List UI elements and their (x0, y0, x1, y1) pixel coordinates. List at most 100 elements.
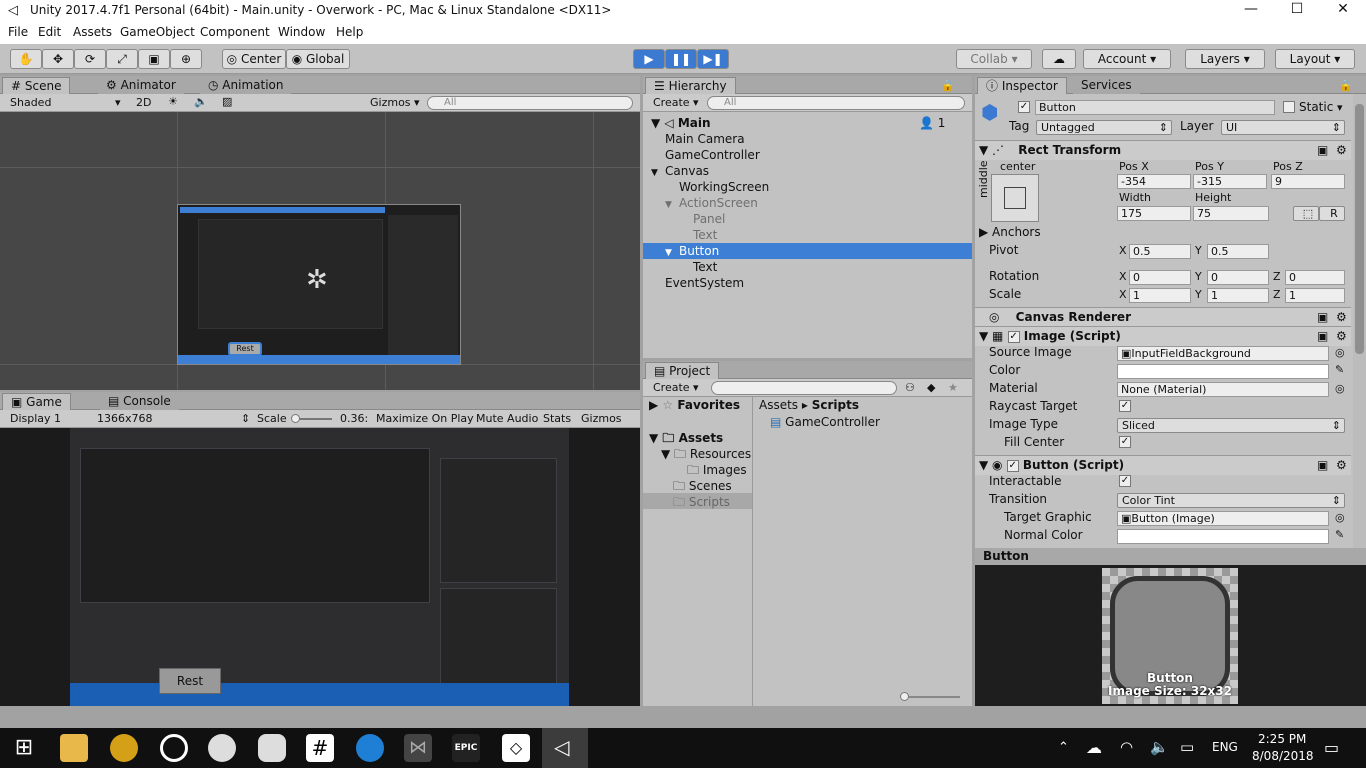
effects-toggle-icon[interactable]: ▨ (222, 95, 232, 108)
favorite-star-icon[interactable]: ★ (948, 381, 958, 394)
image-enabled-checkbox[interactable]: ✓ (1007, 330, 1020, 343)
hierarchy-item[interactable]: ▼ ActionScreen (665, 195, 758, 211)
favorites-item[interactable]: ▶ ☆ Favorites (649, 398, 740, 412)
clock-date[interactable]: 8/08/2018 (1252, 749, 1314, 763)
layout-dropdown[interactable]: Layout ▾ (1275, 49, 1355, 69)
light-toggle-icon[interactable]: ☀ (168, 95, 178, 108)
global-toggle-button[interactable]: ◉ Global (286, 49, 350, 69)
hierarchy-item[interactable]: EventSystem (651, 275, 744, 291)
chrome-icon[interactable] (110, 734, 138, 762)
hierarchy-item[interactable]: Text (679, 227, 717, 243)
rotation-z-field[interactable]: 0 (1285, 270, 1345, 285)
file-explorer-icon[interactable] (60, 734, 88, 762)
height-field[interactable]: 75 (1193, 206, 1269, 221)
menu-assets[interactable]: Assets (73, 25, 112, 39)
gameobject-name-field[interactable]: Button (1035, 100, 1275, 115)
project-create-dropdown[interactable]: Create ▾ (653, 381, 699, 394)
scene-viewport[interactable]: ✲ Rest (0, 112, 640, 390)
static-checkbox[interactable] (1283, 101, 1295, 113)
scene-root[interactable]: ▼ ◁ Main (651, 115, 711, 131)
hierarchy-search-input[interactable]: All (707, 96, 965, 110)
hierarchy-item[interactable]: ▼ Canvas (651, 163, 709, 179)
language-indicator[interactable]: ENG (1212, 740, 1238, 754)
foldout-arrow-icon[interactable]: ▼ (665, 245, 679, 261)
menu-help[interactable]: Help (336, 25, 363, 39)
discord-icon[interactable] (258, 734, 286, 762)
scale-y-field[interactable]: 1 (1207, 288, 1269, 303)
menu-file[interactable]: File (8, 25, 28, 39)
interactable-checkbox[interactable]: ✓ (1119, 475, 1131, 487)
stats-toggle[interactable]: Stats (543, 412, 571, 425)
tray-chevron-icon[interactable]: ⌃ (1058, 740, 1069, 755)
tab-animation[interactable]: ◷ Animation (200, 77, 292, 94)
wifi-icon[interactable]: ◠ (1120, 738, 1133, 756)
maps-icon[interactable] (356, 734, 384, 762)
rotate-tool-icon[interactable]: ⟳ (74, 49, 106, 69)
step-button[interactable]: ▶❚ (697, 49, 729, 69)
cloud-icon[interactable]: ☁ (1042, 49, 1076, 69)
tag-dropdown[interactable]: Untagged ⇕ (1036, 120, 1172, 135)
hierarchy-item[interactable]: ▼ Button (643, 243, 972, 259)
unity-hub-icon[interactable]: ◇ (502, 734, 530, 762)
gizmos-dropdown[interactable]: Gizmos ▾ (370, 96, 420, 109)
battery-icon[interactable]: ▭ (1180, 738, 1194, 756)
inspector-scrollbar[interactable] (1353, 94, 1366, 548)
icon-size-handle[interactable] (900, 692, 909, 701)
material-field[interactable]: None (Material) (1117, 382, 1329, 397)
hierarchy-item[interactable]: Text (679, 259, 717, 275)
layers-dropdown[interactable]: Layers ▾ (1185, 49, 1265, 69)
pivot-y-field[interactable]: 0.5 (1207, 244, 1269, 259)
hand-tool-icon[interactable]: ✋ (10, 49, 42, 69)
media-player-icon[interactable] (160, 734, 188, 762)
maximize-button[interactable]: ☐ (1274, 0, 1320, 22)
filter-type-icon[interactable]: ⚇ (905, 381, 915, 394)
blueprint-mode-button[interactable]: ⬚ (1293, 206, 1319, 221)
spotify-icon[interactable] (208, 734, 236, 762)
tab-scene[interactable]: # Scene (2, 77, 71, 94)
raycast-checkbox[interactable]: ✓ (1119, 400, 1131, 412)
cloud-sync-icon[interactable]: ☁ (1086, 738, 1102, 757)
button-script-header[interactable]: ▼ ◉ ✓ Button (Script) ▣ ⚙ (975, 455, 1351, 475)
action-center-icon[interactable]: ▭ (1324, 738, 1339, 757)
settings-gear-icon[interactable]: ⚙ (1336, 308, 1347, 327)
canvas-renderer-header[interactable]: ◎ Canvas Renderer ▣ ⚙ (975, 307, 1351, 327)
file-gamecontroller[interactable]: ▤ GameController (770, 415, 880, 429)
minimize-button[interactable]: — (1228, 0, 1274, 22)
menu-window[interactable]: Window (278, 25, 325, 39)
maximize-on-play-toggle[interactable]: Maximize On Play (376, 412, 474, 425)
folder-scripts[interactable]: 🗀 Scripts (643, 493, 752, 509)
pivot-x-field[interactable]: 0.5 (1129, 244, 1191, 259)
settings-gear-icon[interactable]: ⚙ (1336, 327, 1347, 346)
rotation-y-field[interactable]: 0 (1207, 270, 1269, 285)
clock-time[interactable]: 2:25 PM (1258, 732, 1306, 746)
color-swatch[interactable] (1117, 364, 1329, 379)
scrollbar-thumb[interactable] (1355, 104, 1364, 354)
game-viewport[interactable]: Rest (0, 428, 640, 706)
breadcrumb-scripts[interactable]: Scripts (812, 398, 859, 412)
target-graphic-field[interactable]: ▣Button (Image) (1117, 511, 1329, 526)
source-image-field[interactable]: ▣InputFieldBackground (1117, 346, 1329, 361)
fill-center-checkbox[interactable]: ✓ (1119, 436, 1131, 448)
unity-active-app-icon[interactable]: ◁ (542, 728, 588, 768)
move-tool-icon[interactable]: ✥ (42, 49, 74, 69)
tab-console[interactable]: ▤ Console (100, 393, 179, 410)
hierarchy-item[interactable]: Panel (679, 211, 725, 227)
help-icon[interactable]: ▣ (1317, 308, 1328, 327)
resolution-dropdown[interactable]: 1366x768 (97, 412, 153, 425)
rotation-x-field[interactable]: 0 (1129, 270, 1191, 285)
rect-transform-header[interactable]: ▼ ⋰ Rect Transform ▣ ⚙ (975, 140, 1351, 160)
volume-icon[interactable]: 🔈 (1150, 738, 1169, 756)
tab-services[interactable]: Services (1073, 77, 1140, 94)
filter-label-icon[interactable]: ◆ (927, 381, 935, 394)
pause-button[interactable]: ❚❚ (665, 49, 697, 69)
hierarchy-item[interactable]: GameController (651, 147, 760, 163)
account-dropdown[interactable]: Account ▾ (1083, 49, 1171, 69)
project-search-input[interactable] (711, 381, 897, 395)
scene-rest-button[interactable]: Rest (228, 342, 262, 356)
image-script-header[interactable]: ▼ ▦ ✓ Image (Script) ▣ ⚙ (975, 326, 1351, 346)
visual-studio-icon[interactable]: ⋈ (404, 734, 432, 762)
layer-dropdown[interactable]: UI ⇕ (1221, 120, 1345, 135)
tab-inspector[interactable]: ⓘ Inspector (977, 77, 1067, 94)
shading-dropdown[interactable]: Shaded (10, 96, 51, 109)
game-gizmos-dropdown[interactable]: Gizmos (581, 412, 622, 425)
